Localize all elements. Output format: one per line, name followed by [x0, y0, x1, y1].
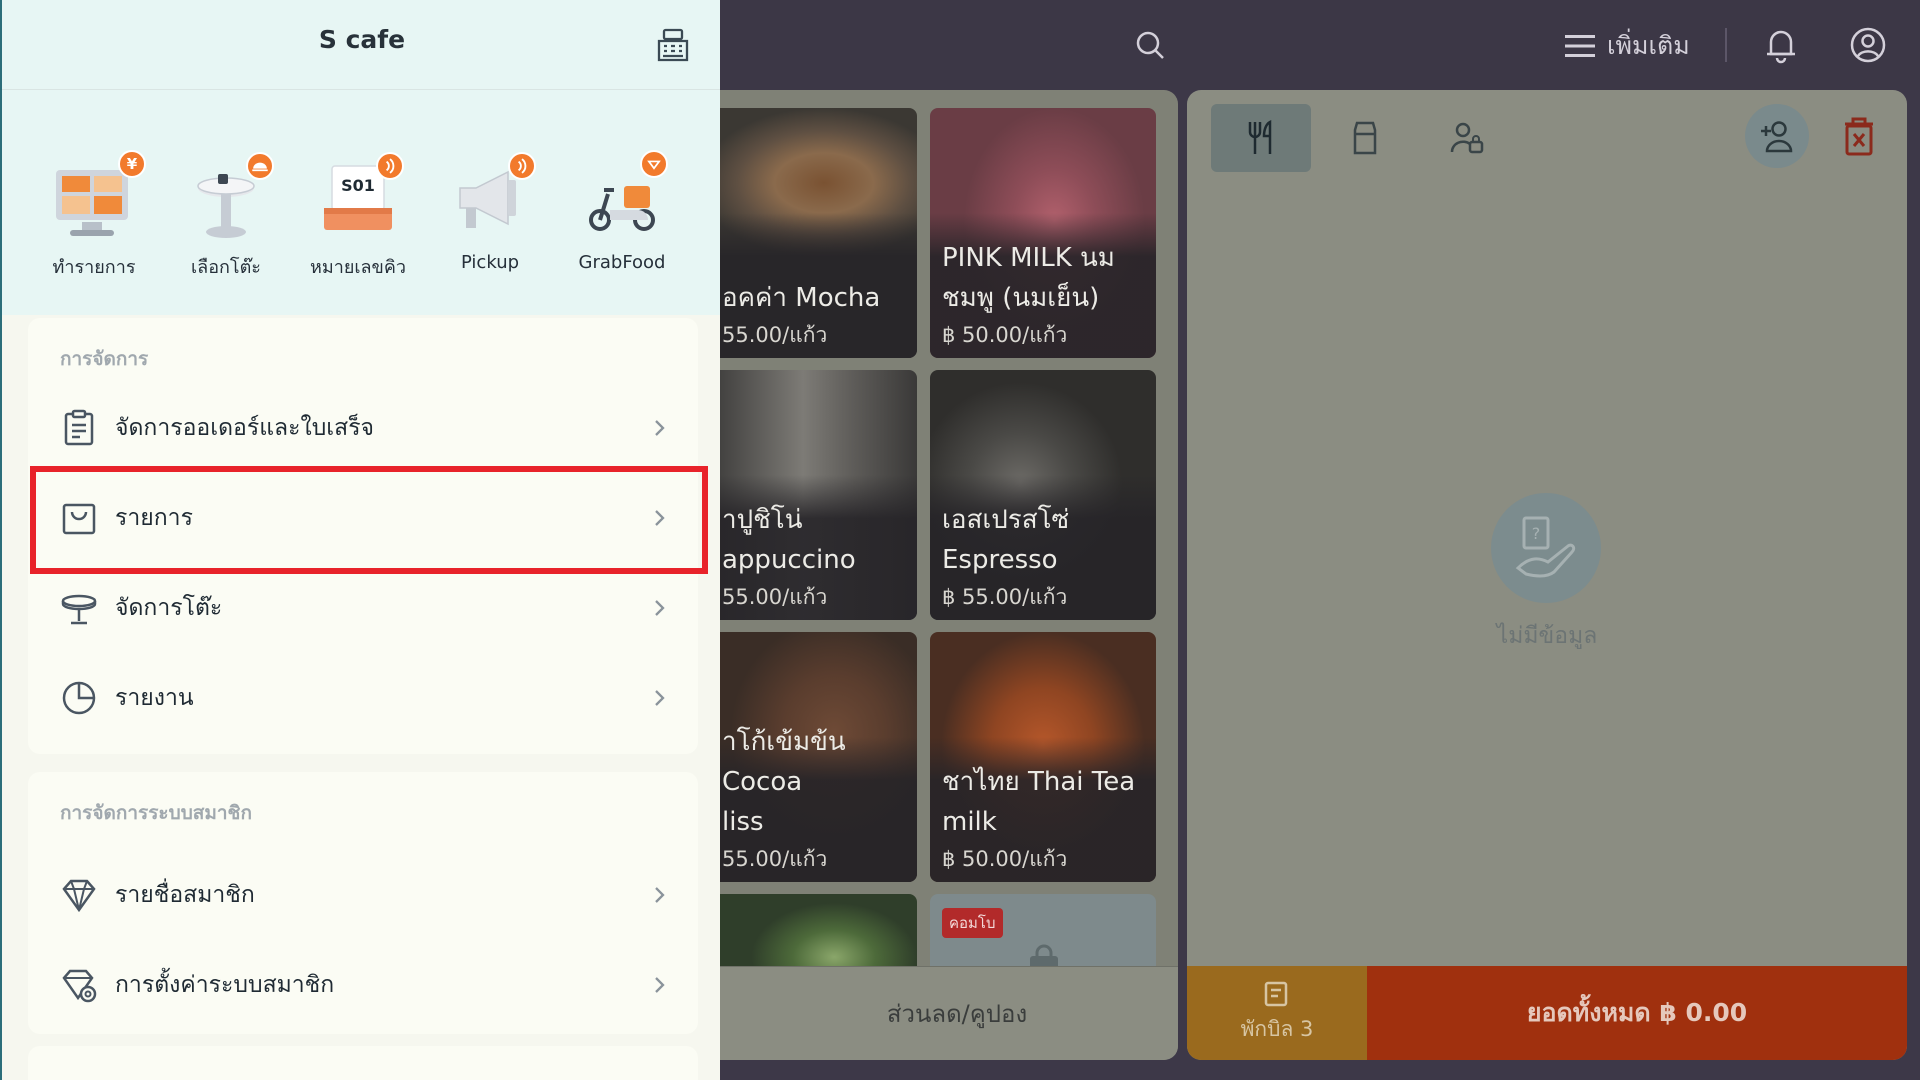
menu-item-reports[interactable]: รายงาน [28, 653, 698, 743]
section-title: การจัดการระบบสมาชิก [60, 802, 252, 824]
user-account-icon[interactable] [1849, 26, 1887, 64]
product-card[interactable]: ชาไทย Thai Tea milk ฿ 50.00/แก้ว [930, 632, 1156, 882]
hamburger-icon [1565, 35, 1595, 57]
empty-state-text: ไม่มีข้อมูล [1496, 623, 1598, 649]
side-drawer: S cafe ¥ ทำรายการ เลือกโต๊ะ S01 หมายเลขค… [0, 0, 720, 1080]
menu-item-label: รายชื่อสมาชิก [115, 882, 255, 908]
tab-takeaway[interactable] [1315, 104, 1415, 172]
fork-knife-icon [1248, 120, 1272, 154]
next-section-peek [28, 1046, 698, 1080]
chevron-right-icon [655, 600, 665, 616]
menu-item-label: จัดการออเดอร์และใบเสร็จ [115, 415, 375, 441]
product-name: อคค่า Mocha [722, 283, 881, 313]
chevron-right-icon [655, 690, 665, 706]
chevron-right-icon [655, 977, 665, 993]
clipboard-icon [64, 409, 94, 446]
more-label: เพิ่มเติม [1607, 31, 1690, 60]
clear-order-icon[interactable] [1837, 114, 1881, 158]
quick-action-pickup[interactable]: Pickup [430, 150, 550, 273]
menu-item-member-list[interactable]: รายชื่อสมาชิก [28, 850, 698, 940]
park-bill-icon [1264, 981, 1288, 1006]
discount-coupon-label: ส่วนลด/คูปอง [886, 1000, 1028, 1028]
sound-badge-icon [376, 152, 404, 180]
diamond-icon [62, 879, 96, 913]
discount-coupon-button[interactable]: ส่วนลด/คูปอง [720, 966, 1178, 1060]
quick-action-label: เลือกโต๊ะ [191, 257, 261, 278]
product-grid: อคค่า Mocha 55.00/แก้ว PINK MILK นม ชมพู… [720, 90, 1178, 1060]
product-name: PINK MILK นม ชมพู (นมเย็น) [942, 243, 1115, 313]
highlight-box [30, 466, 708, 574]
total-label: ยอดทั้งหมด ฿ 0.00 [1526, 998, 1748, 1027]
user-lock-icon [1450, 122, 1484, 154]
menu-item-label: จัดการโต๊ะ [115, 595, 223, 621]
quick-action-label: Pickup [460, 252, 520, 273]
empty-state-icon: ? [1491, 493, 1601, 603]
product-card[interactable]: PINK MILK นม ชมพู (นมเย็น) ฿ 50.00/แก้ว [930, 108, 1156, 358]
membership-section: การจัดการระบบสมาชิก รายชื่อสมาชิก การตั้… [28, 772, 698, 1034]
queue-code: S01 [341, 176, 375, 195]
cash-register-icon[interactable] [655, 27, 691, 63]
product-name: ชาไทย Thai Tea milk [942, 767, 1136, 837]
product-card[interactable]: อคค่า Mocha 55.00/แก้ว [720, 108, 917, 358]
add-member-button[interactable] [1745, 104, 1809, 168]
cloche-badge-icon [246, 152, 274, 180]
more-menu-button[interactable]: เพิ่มเติม [1565, 26, 1690, 66]
queue-number-icon: S01 [310, 150, 406, 246]
checkout-total-button[interactable]: ยอดทั้งหมด ฿ 0.00 [1367, 966, 1907, 1060]
product-card[interactable]: าโก้เข้มข้น Cocoa liss 55.00/แก้ว [720, 632, 917, 882]
menu-item-label: การตั้งค่าระบบสมาชิก [115, 972, 335, 998]
quick-action-grabfood[interactable]: GrabFood [562, 150, 682, 273]
divider [1725, 28, 1727, 62]
product-price: 55.00/แก้ว [722, 585, 828, 609]
table-icon [178, 150, 274, 246]
quick-action-queue[interactable]: S01 หมายเลขคิว [298, 150, 418, 281]
quick-action-order[interactable]: ¥ ทำรายการ [34, 150, 154, 281]
quick-action-label: ทำรายการ [52, 257, 136, 278]
drawer-header: S cafe [2, 0, 720, 90]
tab-dine-in[interactable] [1211, 104, 1311, 172]
yen-badge: ¥ [118, 150, 146, 178]
search-icon[interactable] [1133, 28, 1167, 62]
megaphone-icon [442, 150, 538, 246]
product-price: 55.00/แก้ว [722, 847, 828, 871]
heart-badge-icon [640, 150, 668, 178]
store-name: S cafe [318, 25, 406, 54]
product-price: ฿ 50.00/แก้ว [942, 323, 1068, 347]
chevron-right-icon [655, 420, 665, 436]
park-bill-button[interactable]: พักบิล 3 [1187, 966, 1367, 1060]
product-name: าโก้เข้มข้น Cocoa liss [722, 727, 846, 837]
chevron-right-icon [655, 887, 665, 903]
order-panel: ? ไม่มีข้อมูล พักบิล 3 ยอดทั้งหมด ฿ 0.00 [1187, 90, 1907, 1060]
product-card[interactable]: าปูชิโน่ appuccino 55.00/แก้ว [720, 370, 917, 620]
tab-member[interactable] [1417, 104, 1517, 172]
takeaway-bag-icon [1353, 121, 1377, 155]
quick-action-table[interactable]: เลือกโต๊ะ [166, 150, 286, 281]
scooter-icon [574, 150, 670, 246]
menu-item-label: รายงาน [115, 685, 194, 711]
combo-tag: คอมโบ [942, 908, 1003, 938]
sound-badge-icon [508, 152, 536, 180]
product-name: เอสเปรสโซ่ Espresso [942, 505, 1070, 575]
diamond-settings-icon [62, 969, 97, 1003]
product-card[interactable]: เอสเปรสโซ่ Espresso ฿ 55.00/แก้ว [930, 370, 1156, 620]
section-title: การจัดการ [60, 348, 149, 370]
table-icon [61, 594, 97, 625]
menu-item-member-settings[interactable]: การตั้งค่าระบบสมาชิก [28, 940, 698, 1030]
park-bill-label: พักบิล 3 [1240, 1016, 1314, 1041]
product-price: ฿ 50.00/แก้ว [942, 847, 1068, 871]
product-price: ฿ 55.00/แก้ว [942, 585, 1068, 609]
quick-action-label: GrabFood [578, 252, 666, 273]
svg-text:?: ? [1532, 524, 1541, 543]
product-name: าปูชิโน่ appuccino [722, 505, 856, 575]
bell-icon[interactable] [1763, 26, 1799, 64]
quick-actions: ¥ ทำรายการ เลือกโต๊ะ S01 หมายเลขคิว Pick… [2, 90, 720, 315]
quick-action-label: หมายเลขคิว [309, 257, 407, 278]
menu-item-orders-receipts[interactable]: จัดการออเดอร์และใบเสร็จ [28, 383, 698, 473]
add-user-icon [1761, 121, 1793, 153]
pos-terminal-icon: ¥ [46, 150, 146, 246]
pie-chart-icon [62, 681, 96, 715]
menu-item-table-management[interactable]: จัดการโต๊ะ [28, 563, 698, 653]
product-price: 55.00/แก้ว [722, 323, 828, 347]
